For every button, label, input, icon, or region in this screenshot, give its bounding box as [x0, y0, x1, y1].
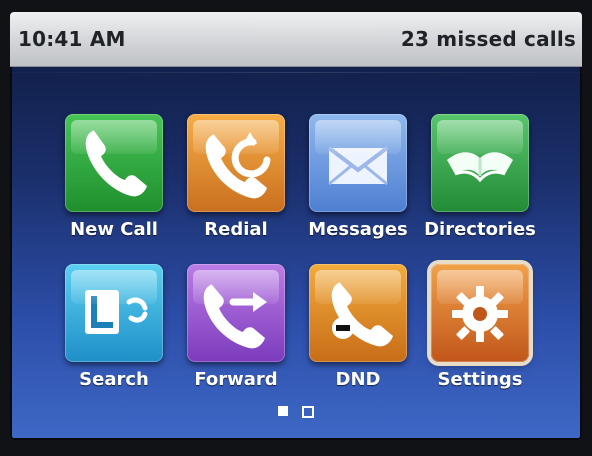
tile-directories[interactable]: Directories [418, 114, 542, 240]
tile-search[interactable]: Search [52, 264, 176, 390]
redial-label: Redial [204, 219, 268, 240]
settings-label: Settings [437, 369, 523, 390]
directories-button[interactable] [431, 114, 529, 212]
app-grid: New Call Redial Messages Directories Sea… [52, 114, 540, 396]
messages-button[interactable] [309, 114, 407, 212]
envelope-icon [327, 146, 389, 186]
tile-settings[interactable]: Settings [418, 264, 542, 390]
missed-calls-indicator[interactable]: 23 missed calls [401, 27, 576, 51]
forward-button[interactable] [187, 264, 285, 362]
call-forward-icon [203, 284, 267, 349]
clock: 10:41 AM [18, 27, 126, 51]
tile-new-call[interactable]: New Call [52, 114, 176, 240]
device-frame: 10:41 AM 23 missed calls New Call Redial… [0, 0, 592, 456]
lync-search-icon [85, 290, 148, 334]
dnd-label: DND [335, 369, 381, 390]
tile-forward[interactable]: Forward [174, 264, 298, 390]
divider [10, 72, 582, 73]
page-indicator [278, 404, 318, 420]
gear-icon [452, 286, 508, 342]
directories-label: Directories [424, 219, 536, 240]
status-bar: 10:41 AM 23 missed calls [10, 12, 582, 67]
forward-label: Forward [194, 369, 278, 390]
do-not-disturb-icon [331, 282, 393, 347]
redial-icon [205, 132, 271, 199]
open-book-icon [447, 152, 513, 183]
new-call-button[interactable] [65, 114, 163, 212]
search-label: Search [79, 369, 149, 390]
phone-icon [85, 130, 147, 197]
search-button[interactable] [65, 264, 163, 362]
redial-button[interactable] [187, 114, 285, 212]
messages-label: Messages [308, 219, 408, 240]
settings-button[interactable] [431, 264, 529, 362]
page-dot-inactive[interactable] [302, 406, 314, 418]
dnd-button[interactable] [309, 264, 407, 362]
tile-redial[interactable]: Redial [174, 114, 298, 240]
tile-messages[interactable]: Messages [296, 114, 420, 240]
phone-screen: 10:41 AM 23 missed calls New Call Redial… [10, 12, 582, 440]
page-dot-active[interactable] [278, 406, 288, 416]
tile-dnd[interactable]: DND [296, 264, 420, 390]
new-call-label: New Call [70, 219, 158, 240]
